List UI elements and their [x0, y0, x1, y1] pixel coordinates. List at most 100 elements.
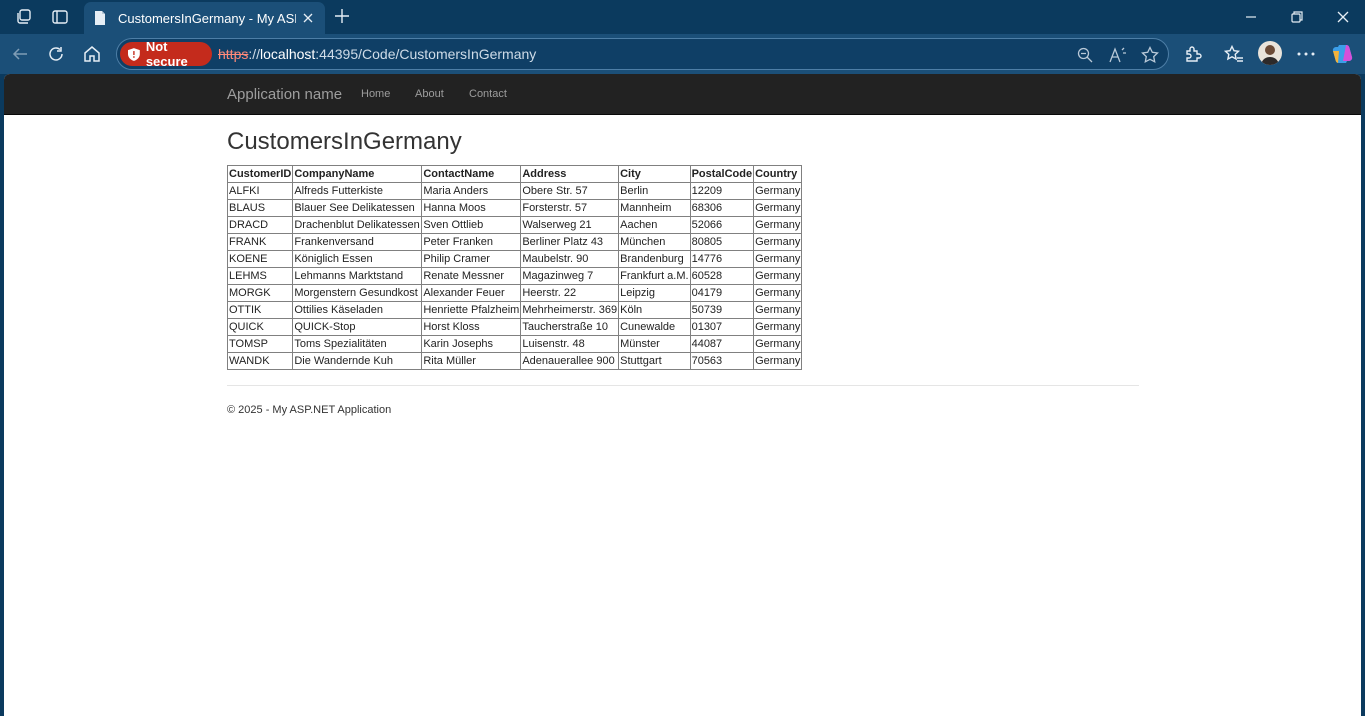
- table-cell: Taucherstraße 10: [520, 318, 620, 336]
- table-cell: Maubelstr. 90: [520, 250, 620, 268]
- table-cell: 50739: [689, 301, 755, 319]
- column-header: CompanyName: [292, 165, 423, 183]
- table-row: MORGK Morgenstern Gesundkost Alexander Feu…: [226, 284, 803, 302]
- table-cell: Mehrheimerstr. 369: [520, 301, 620, 319]
- active-tab[interactable]: CustomersInGermany - My ASP.NET Applicat…: [84, 2, 325, 34]
- table-row: BLAUS Blauer See Delikatessen Hanna Moos Fo…: [226, 199, 803, 217]
- table-cell: Königlich Essen: [292, 250, 423, 268]
- table-cell: Blauer See Delikatessen: [292, 199, 423, 217]
- restore-icon[interactable]: [1285, 5, 1309, 29]
- column-header: City: [618, 165, 691, 183]
- url-scheme: https: [218, 46, 249, 62]
- column-header: Country: [753, 165, 803, 183]
- table-cell: Heerstr. 22: [520, 284, 620, 302]
- url-host: localhost: [260, 46, 316, 62]
- table-cell: Germany: [753, 250, 803, 268]
- table-cell: 04179: [689, 284, 755, 302]
- new-tab-icon[interactable]: [331, 5, 353, 27]
- table-cell: 14776: [689, 250, 755, 268]
- table-cell: Ottilies Käseladen: [292, 301, 423, 319]
- table-cell: Hanna Moos: [421, 199, 522, 217]
- table-cell: Münster: [618, 335, 691, 353]
- table-cell: Germany: [753, 335, 803, 353]
- table-cell: 52066: [689, 216, 755, 234]
- table-cell: Morgenstern Gesundkost: [292, 284, 423, 302]
- address-bar[interactable]: Not secure https://localhost:44395/Code/…: [116, 38, 1169, 70]
- table-cell: Frankenversand: [292, 233, 423, 251]
- table-cell: Adenauerallee 900: [520, 352, 620, 370]
- tab-strip: CustomersInGermany - My ASP.NET Applicat…: [0, 0, 1365, 34]
- read-aloud-icon[interactable]: [1108, 45, 1128, 65]
- browser-toolbar: Not secure https://localhost:44395/Code/…: [0, 34, 1365, 74]
- table-cell: LEHMS: [226, 267, 294, 285]
- column-header: ContactName: [421, 165, 522, 183]
- shield-warning-icon: [128, 47, 140, 61]
- footer-divider: [227, 385, 1139, 386]
- table-cell: 60528: [689, 267, 755, 285]
- table-body: ALFKI Alfreds Futterkiste Maria Anders Ober…: [226, 182, 803, 370]
- table-cell: Philip Cramer: [421, 250, 522, 268]
- table-cell: 68306: [689, 199, 755, 217]
- table-row: QUICK QUICK-Stop Horst Kloss Taucherstraße …: [226, 318, 803, 336]
- table-cell: KOENE: [226, 250, 294, 268]
- table-cell: Germany: [753, 216, 803, 234]
- column-header: PostalCode: [689, 165, 755, 183]
- table-cell: Frankfurt a.M.: [618, 267, 691, 285]
- nav-link-contact[interactable]: Contact: [469, 88, 507, 100]
- workspaces-icon[interactable]: [13, 6, 35, 28]
- not-secure-badge[interactable]: Not secure: [120, 39, 212, 69]
- table-cell: Berliner Platz 43: [520, 233, 620, 251]
- table-cell: Mannheim: [618, 199, 691, 217]
- nav-link-home[interactable]: Home: [361, 88, 390, 100]
- web-page: Application name Home About Contact Cust…: [4, 74, 1361, 716]
- table-row: FRANK Frankenversand Peter Franken Berliner…: [226, 233, 803, 251]
- table-cell: QUICK: [226, 318, 294, 336]
- favorite-star-icon[interactable]: [1140, 45, 1160, 65]
- table-cell: Germany: [753, 301, 803, 319]
- table-cell: Brandenburg: [618, 250, 691, 268]
- profile-avatar[interactable]: [1258, 41, 1282, 65]
- minimize-icon[interactable]: [1239, 5, 1263, 29]
- table-row: OTTIK Ottilies Käseladen Henriette Pfalzhe…: [226, 301, 803, 319]
- home-icon[interactable]: [80, 42, 104, 66]
- table-cell: Renate Messner: [421, 267, 522, 285]
- back-icon[interactable]: [8, 42, 32, 66]
- close-window-icon[interactable]: [1331, 5, 1355, 29]
- table-cell: Aachen: [618, 216, 691, 234]
- extensions-icon[interactable]: [1181, 42, 1205, 66]
- nav-link-about[interactable]: About: [415, 88, 444, 100]
- favorites-icon[interactable]: [1222, 42, 1246, 66]
- copilot-icon[interactable]: [1331, 42, 1355, 66]
- vertical-tabs-icon[interactable]: [49, 6, 71, 28]
- table-cell: Peter Franken: [421, 233, 522, 251]
- brand-link[interactable]: Application name: [227, 86, 342, 103]
- table-cell: Henriette Pfalzheim: [421, 301, 522, 319]
- url-separator: ://: [248, 46, 261, 62]
- table-cell: TOMSP: [226, 335, 294, 353]
- table-cell: Karin Josephs: [421, 335, 522, 353]
- table-cell: Sven Ottlieb: [421, 216, 522, 234]
- table-cell: 70563: [689, 352, 755, 370]
- table-cell: Germany: [753, 182, 803, 200]
- table-cell: Germany: [753, 352, 803, 370]
- table-row: WANDK Die Wandernde Kuh Rita Müller Adenaue…: [226, 352, 803, 370]
- table-cell: Luisenstr. 48: [520, 335, 620, 353]
- table-cell: Maria Anders: [421, 182, 522, 200]
- table-cell: MORGK: [226, 284, 294, 302]
- table-cell: Forsterstr. 57: [520, 199, 620, 217]
- page-title: CustomersInGermany: [227, 128, 462, 155]
- refresh-icon[interactable]: [44, 42, 68, 66]
- table-cell: 01307: [689, 318, 755, 336]
- close-tab-icon[interactable]: [299, 9, 317, 27]
- table-cell: Germany: [753, 318, 803, 336]
- table-cell: 44087: [689, 335, 755, 353]
- table-cell: 12209: [689, 182, 755, 200]
- table-cell: Rita Müller: [421, 352, 522, 370]
- url-text[interactable]: https://localhost:44395/Code/CustomersIn…: [218, 46, 536, 62]
- more-options-icon[interactable]: [1294, 42, 1318, 66]
- table-cell: Leipzig: [618, 284, 691, 302]
- table-cell: Horst Kloss: [421, 318, 522, 336]
- table-cell: Walserweg 21: [520, 216, 620, 234]
- table-cell: Die Wandernde Kuh: [292, 352, 423, 370]
- zoom-out-icon[interactable]: [1075, 45, 1095, 65]
